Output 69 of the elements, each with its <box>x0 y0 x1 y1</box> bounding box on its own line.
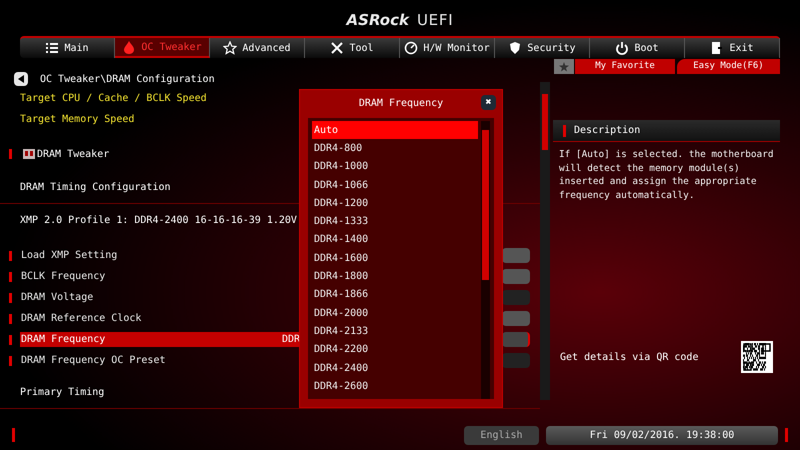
setting-label: DRAM Frequency <box>20 333 106 347</box>
row-marker <box>9 149 12 159</box>
frequency-option[interactable]: DDR4-2400 <box>312 358 478 378</box>
section-heading: Primary Timing <box>20 386 104 400</box>
star-icon <box>223 41 238 55</box>
menu-tab[interactable]: Tool <box>305 38 400 58</box>
value-button[interactable] <box>502 353 530 368</box>
menu-tab[interactable]: OC Tweaker <box>115 38 210 58</box>
favorite-button[interactable]: My Favorite <box>575 59 675 74</box>
value-button[interactable] <box>502 332 530 347</box>
row-marker <box>9 334 12 344</box>
frequency-option[interactable]: DDR4-1333 <box>312 212 478 231</box>
submenu-link[interactable]: DRAM Tweaker <box>37 146 110 162</box>
scrollbar[interactable] <box>540 82 550 400</box>
power-icon <box>615 41 630 55</box>
back-arrow-icon <box>18 75 24 83</box>
row-marker <box>9 314 12 324</box>
memory-icon <box>23 149 35 159</box>
menu-tab[interactable]: Advanced <box>210 38 305 58</box>
back-button[interactable] <box>14 72 28 86</box>
door-icon <box>710 41 724 55</box>
frequency-option[interactable]: DDR4-800 <box>312 139 478 158</box>
frequency-option[interactable]: DDR4-2000 <box>312 304 478 322</box>
description-text: If [Auto] is selected. the motherboard will detect the memory module(s) inserted and assign the appropriate frequency automatically. <box>558 148 774 202</box>
frequency-option[interactable]: DDR4-1866 <box>312 286 478 304</box>
edge-marker <box>785 428 788 442</box>
gauge-icon <box>404 41 418 55</box>
frequency-option[interactable]: DDR4-1600 <box>312 249 478 268</box>
brand-logo: ASRock <box>346 10 409 31</box>
popup-title: DRAM Frequency <box>358 96 444 110</box>
info-label: Target Memory Speed <box>20 113 134 127</box>
info-label: Target CPU / Cache / BCLK Speed <box>20 92 207 106</box>
easy-mode-button[interactable]: Easy Mode(F6) <box>677 59 780 74</box>
shield-icon <box>508 41 522 55</box>
menu-tab[interactable]: H/W Monitor <box>400 38 495 58</box>
language-button[interactable]: English <box>464 426 539 444</box>
frequency-option[interactable]: DDR4-1000 <box>312 158 478 176</box>
star-button[interactable] <box>554 59 574 74</box>
product-name: UEFI <box>416 10 454 31</box>
popup-scrollbar[interactable] <box>481 121 490 399</box>
date-time: Fri 09/02/2016. 19:38:00 <box>546 426 778 444</box>
star-icon <box>559 62 569 72</box>
description-title: Description <box>574 124 640 138</box>
section-heading: DRAM Timing Configuration <box>20 181 171 195</box>
list-icon <box>45 41 60 55</box>
value-button[interactable] <box>502 290 530 305</box>
menu-tab[interactable]: Security <box>495 38 590 58</box>
frequency-option[interactable]: DDR4-2600 <box>312 377 478 396</box>
close-button[interactable]: ✖ <box>481 95 496 110</box>
qr-caption: Get details via QR code <box>560 350 698 364</box>
frequency-option[interactable]: DDR4-1400 <box>312 230 478 250</box>
value-button[interactable] <box>502 311 530 326</box>
row-marker <box>9 356 12 366</box>
value-button[interactable] <box>502 248 530 263</box>
qr-code-icon <box>741 341 773 373</box>
row-marker <box>9 250 12 260</box>
setting-value: DDR <box>282 333 300 347</box>
value-button[interactable] <box>502 269 530 284</box>
row-marker <box>9 272 12 282</box>
frequency-option[interactable]: DDR4-1066 <box>312 176 478 194</box>
menu-tab[interactable]: Boot <box>590 38 685 58</box>
profile-info: XMP 2.0 Profile 1: DDR4-2400 16-16-16-39 1.20V <box>20 214 297 228</box>
frequency-option[interactable]: DDR4-1200 <box>312 194 478 212</box>
frequency-option[interactable]: Auto <box>312 121 478 140</box>
frequency-option[interactable]: DDR4-1800 <box>312 267 478 286</box>
menu-tab[interactable]: Exit <box>685 38 780 58</box>
breadcrumb-path: OC Tweaker\DRAM Configuration <box>40 72 215 86</box>
row-marker <box>9 292 12 302</box>
edge-marker <box>12 428 15 442</box>
